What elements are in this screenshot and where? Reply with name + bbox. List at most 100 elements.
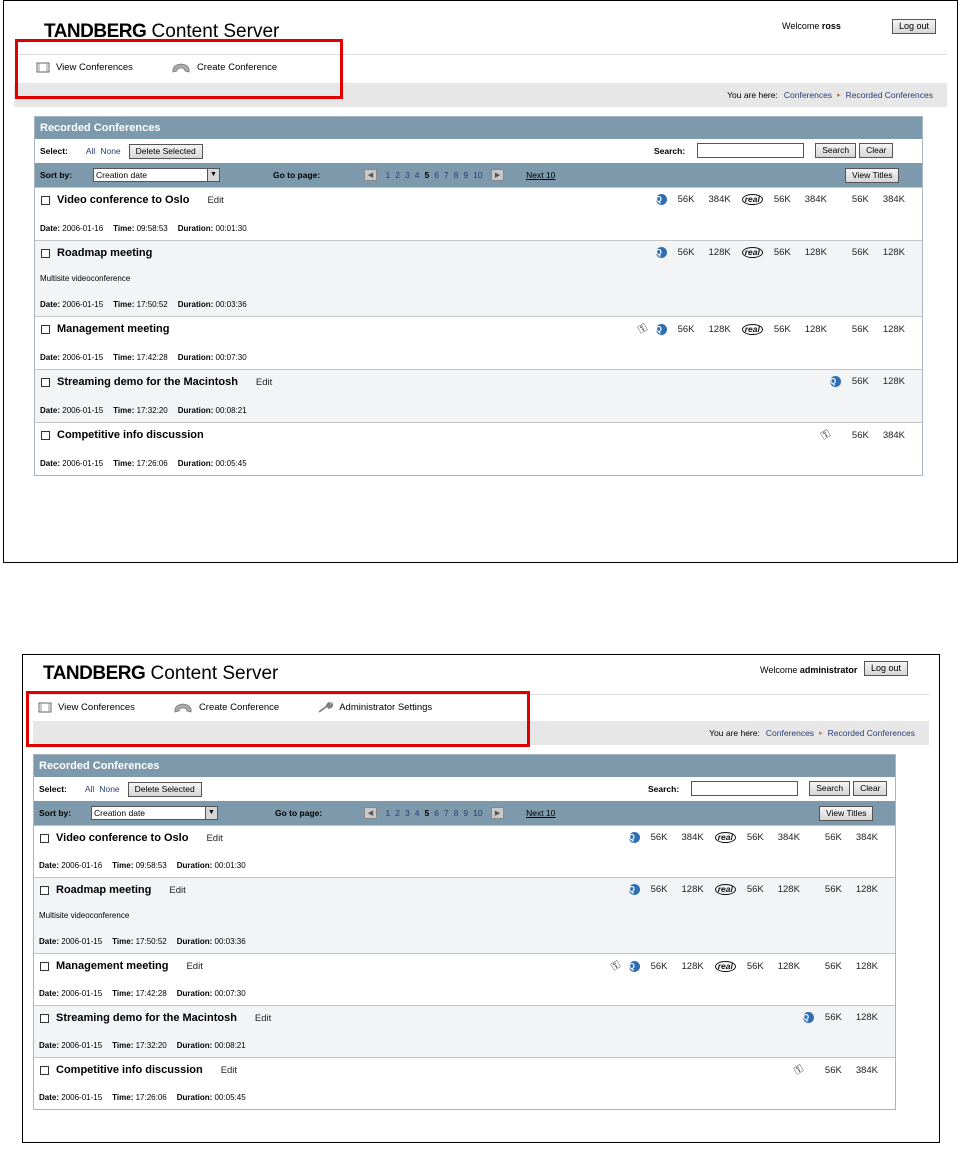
windows-384k-link[interactable]: 384K [883, 430, 905, 441]
windows-384k-link[interactable]: 384K [856, 832, 878, 843]
conference-checkbox[interactable] [40, 833, 49, 843]
delete-selected-button[interactable]: Delete Selected [128, 143, 203, 159]
search-input[interactable] [691, 781, 799, 796]
conference-checkbox[interactable] [41, 430, 50, 440]
real-128k-link[interactable]: 128K [805, 324, 827, 335]
page-link[interactable]: 6 [434, 170, 439, 180]
next-10-link[interactable]: Next 10 [526, 808, 555, 818]
breadcrumb-item[interactable]: Conferences [784, 90, 832, 100]
search-input[interactable] [697, 143, 805, 158]
real-56k-link[interactable]: 56K [774, 324, 791, 335]
page-link[interactable]: 9 [463, 808, 468, 818]
conference-title-text[interactable]: Streaming demo for the Macintosh [56, 1012, 237, 1024]
page-link[interactable]: 9 [463, 170, 468, 180]
search-button[interactable]: Search [815, 143, 857, 158]
quicktime-128k-link[interactable]: 128K [883, 376, 905, 387]
page-link[interactable]: 3 [405, 170, 410, 180]
nav-item-view-conferences[interactable]: View Conferences [38, 702, 135, 713]
select-none-link[interactable]: None [99, 784, 119, 794]
conference-checkbox[interactable] [40, 1065, 49, 1075]
breadcrumb-item[interactable]: Recorded Conferences [846, 90, 933, 100]
page-link[interactable]: 8 [454, 808, 459, 818]
page-link[interactable]: 1 [386, 808, 391, 818]
quicktime-128k-link[interactable]: 128K [709, 247, 731, 258]
conference-checkbox[interactable] [41, 377, 50, 387]
breadcrumb-item[interactable]: Conferences [766, 728, 814, 738]
edit-link[interactable]: Edit [255, 1013, 271, 1024]
clear-button[interactable]: Clear [853, 781, 888, 796]
conference-checkbox[interactable] [40, 961, 49, 971]
edit-link[interactable]: Edit [221, 1065, 237, 1076]
real-56k-link[interactable]: 56K [774, 194, 791, 205]
conference-title-text[interactable]: Management meeting [56, 960, 168, 972]
conference-title-text[interactable]: Roadmap meeting [56, 884, 151, 896]
quicktime-56k-link[interactable]: 56K [678, 247, 695, 258]
windows-56k-link[interactable]: 56K [825, 961, 842, 972]
sort-select[interactable]: Creation date ▼ [91, 806, 218, 820]
next-page-icon[interactable]: ▶ [491, 169, 505, 181]
windows-56k-link[interactable]: 56K [825, 832, 842, 843]
edit-link[interactable]: Edit [206, 833, 222, 844]
logout-button[interactable]: Log out [892, 19, 937, 34]
page-link[interactable]: 10 [473, 808, 482, 818]
quicktime-56k-link[interactable]: 56K [651, 884, 668, 895]
real-128k-link[interactable]: 128K [778, 884, 800, 895]
page-link[interactable]: 2 [395, 170, 400, 180]
real-56k-link[interactable]: 56K [747, 832, 764, 843]
select-all-link[interactable]: All [86, 146, 95, 156]
logout-button[interactable]: Log out [864, 661, 909, 676]
page-link[interactable]: 7 [444, 170, 449, 180]
quicktime-56k-link[interactable]: 56K [678, 194, 695, 205]
real-128k-link[interactable]: 128K [805, 247, 827, 258]
sort-select[interactable]: Creation date ▼ [93, 168, 220, 182]
windows-128k-link[interactable]: 128K [856, 884, 878, 895]
page-link[interactable]: 7 [444, 808, 449, 818]
quicktime-128k-link[interactable]: 128K [682, 961, 704, 972]
quicktime-128k-link[interactable]: 128K [856, 1012, 878, 1023]
windows-384k-link[interactable]: 384K [856, 1065, 878, 1076]
view-titles-button[interactable]: View Titles [845, 168, 900, 183]
page-link[interactable]: 5 [424, 808, 429, 818]
conference-title-text[interactable]: Roadmap meeting [57, 247, 152, 259]
page-link[interactable]: 8 [454, 170, 459, 180]
edit-link[interactable]: Edit [186, 961, 202, 972]
next-page-icon[interactable]: ▶ [491, 807, 505, 819]
breadcrumb-item[interactable]: Recorded Conferences [828, 728, 915, 738]
quicktime-128k-link[interactable]: 128K [709, 324, 731, 335]
windows-56k-link[interactable]: 56K [852, 194, 869, 205]
page-link[interactable]: 4 [415, 170, 420, 180]
real-56k-link[interactable]: 56K [747, 961, 764, 972]
nav-item-administrator-settings[interactable]: Administrator Settings [317, 701, 432, 714]
edit-link[interactable]: Edit [169, 885, 185, 896]
page-link[interactable]: 1 [386, 170, 391, 180]
view-titles-button[interactable]: View Titles [819, 806, 874, 821]
quicktime-56k-link[interactable]: 56K [651, 961, 668, 972]
nav-item-create-conference[interactable]: Create Conference [173, 702, 279, 714]
windows-56k-link[interactable]: 56K [825, 1065, 842, 1076]
quicktime-384k-link[interactable]: 384K [709, 194, 731, 205]
windows-56k-link[interactable]: 56K [825, 884, 842, 895]
conference-title-text[interactable]: Competitive info discussion [56, 1064, 203, 1076]
conference-checkbox[interactable] [41, 195, 50, 205]
nav-item-view-conferences[interactable]: View Conferences [36, 62, 133, 73]
conference-checkbox[interactable] [41, 248, 50, 258]
windows-384k-link[interactable]: 384K [883, 194, 905, 205]
conference-title-text[interactable]: Streaming demo for the Macintosh [57, 376, 238, 388]
conference-checkbox[interactable] [40, 885, 49, 895]
select-all-link[interactable]: All [85, 784, 94, 794]
quicktime-56k-link[interactable]: 56K [651, 832, 668, 843]
page-link[interactable]: 10 [473, 170, 482, 180]
page-link[interactable]: 2 [395, 808, 400, 818]
real-384k-link[interactable]: 384K [778, 832, 800, 843]
quicktime-128k-link[interactable]: 128K [682, 884, 704, 895]
select-none-link[interactable]: None [100, 146, 120, 156]
search-button[interactable]: Search [809, 781, 851, 796]
page-link[interactable]: 4 [415, 808, 420, 818]
page-link[interactable]: 3 [405, 808, 410, 818]
quicktime-56k-link[interactable]: 56K [852, 376, 869, 387]
quicktime-56k-link[interactable]: 56K [678, 324, 695, 335]
windows-128k-link[interactable]: 128K [883, 324, 905, 335]
windows-128k-link[interactable]: 128K [856, 961, 878, 972]
edit-link[interactable]: Edit [256, 377, 272, 388]
page-link[interactable]: 6 [434, 808, 439, 818]
